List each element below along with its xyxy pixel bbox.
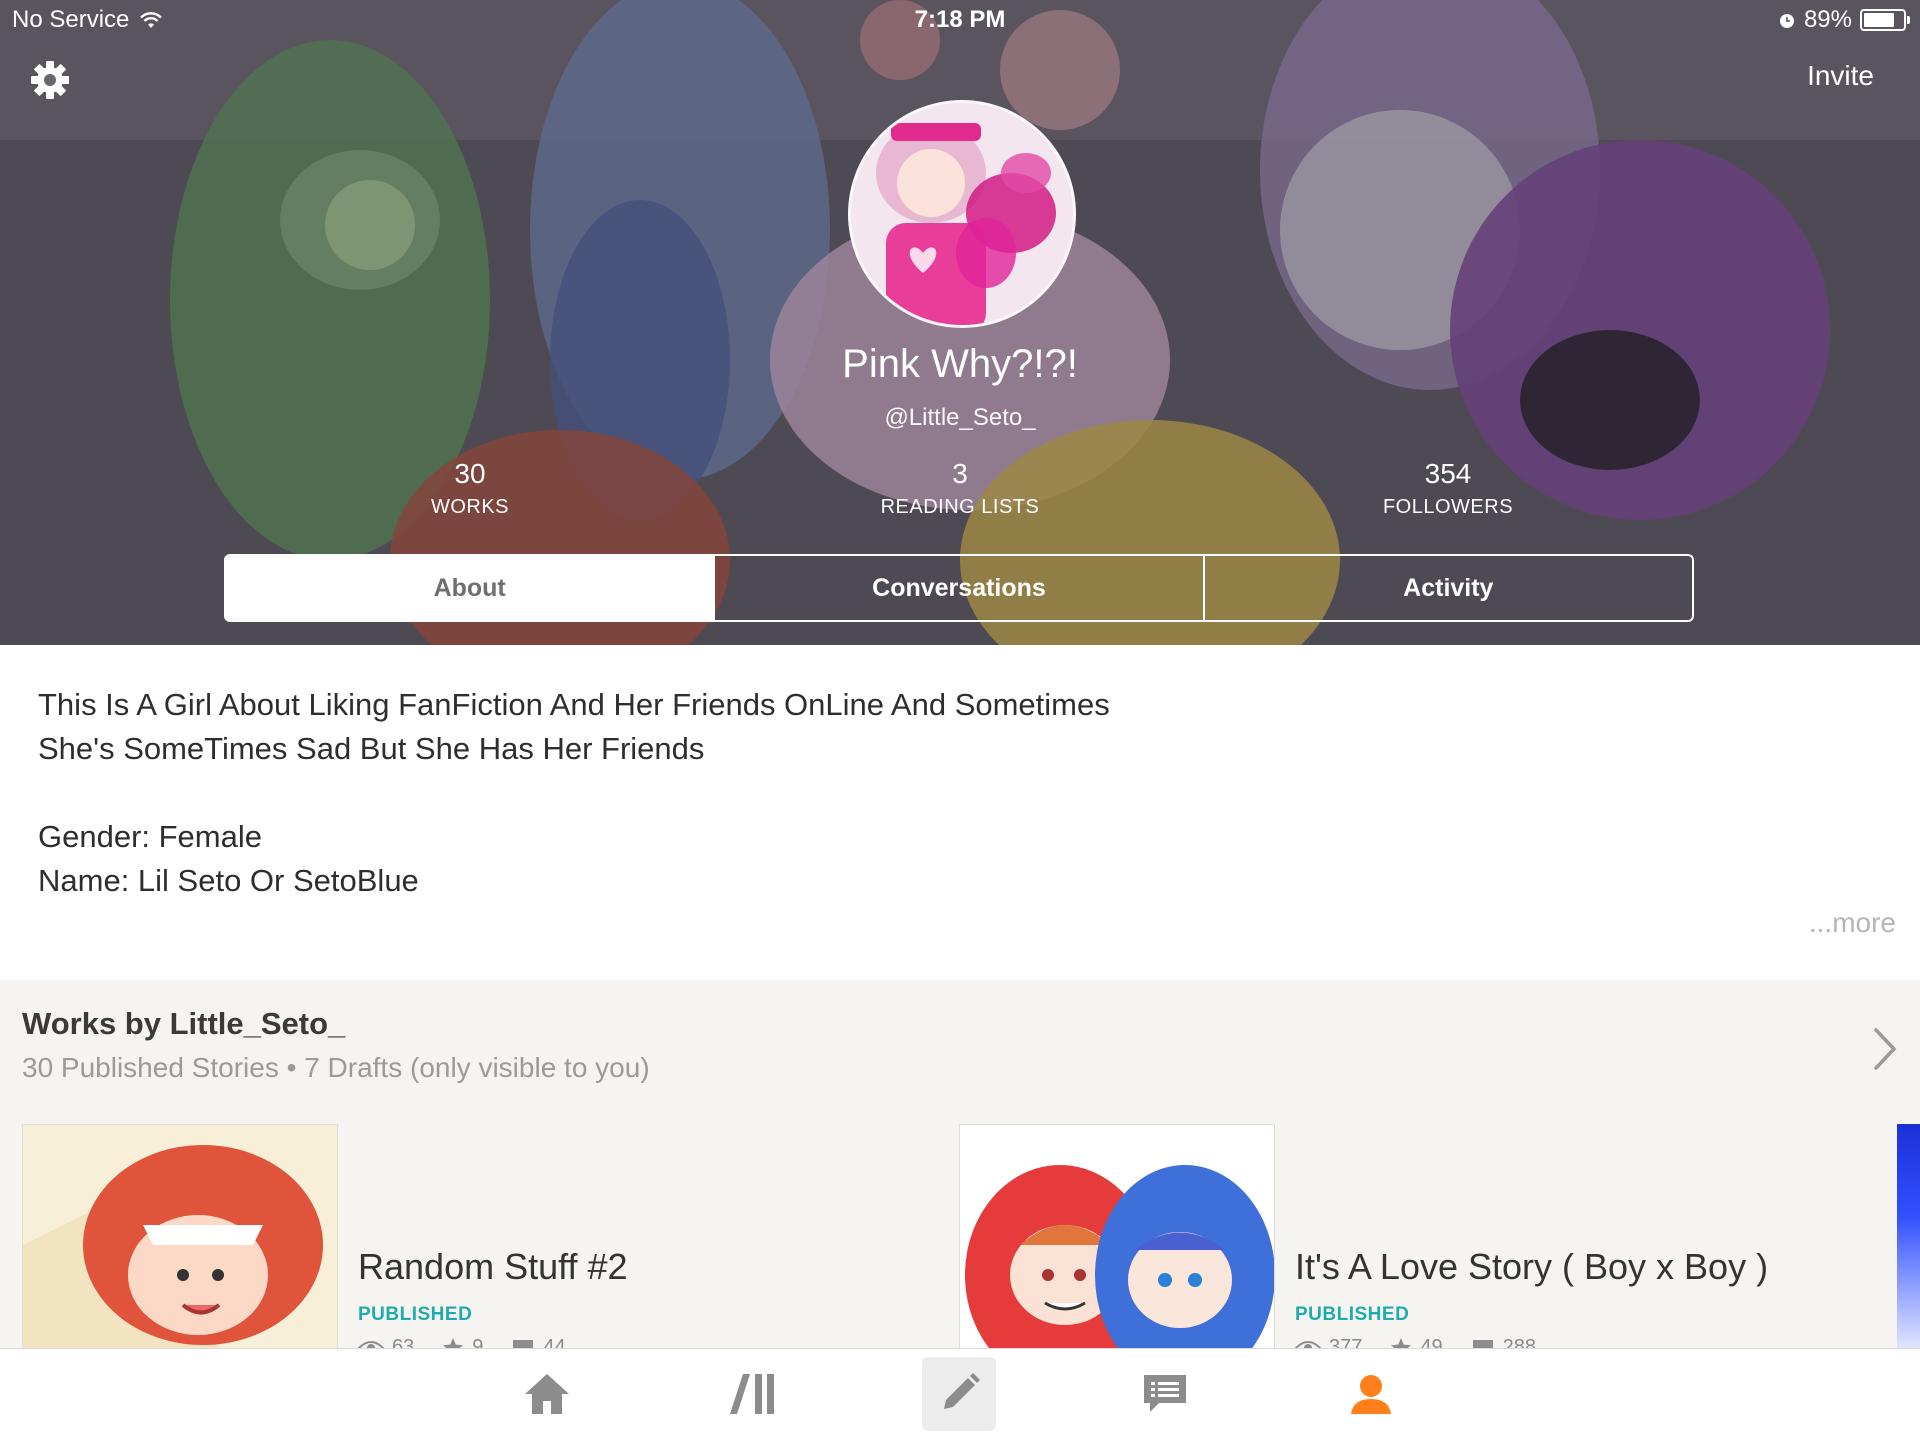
- work-card[interactable]: Random Stuff #2 PUBLISHED 63 9 44: [22, 1124, 922, 1348]
- work-status: PUBLISHED: [358, 1304, 473, 1325]
- eye-icon: [358, 1340, 384, 1348]
- profile-header: No Service 7:18 PM 89% Invite Pink Why?!…: [0, 0, 1920, 645]
- alarm-icon: [1779, 14, 1794, 28]
- work-title[interactable]: It's A Love Story ( Boy x Boy ): [1295, 1246, 1768, 1288]
- invite-button[interactable]: Invite: [1807, 60, 1874, 92]
- star-icon: [1391, 1337, 1412, 1348]
- work-stats: 377 49 288: [1295, 1336, 1536, 1348]
- work-stats: 63 9 44: [358, 1336, 566, 1348]
- settings-button[interactable]: [26, 56, 74, 104]
- work-cover[interactable]: [22, 1124, 338, 1348]
- stat-works[interactable]: 30 WORKS: [320, 458, 620, 519]
- about-section: This Is A Girl About Liking FanFiction A…: [0, 645, 1920, 980]
- status-right: 89%: [1778, 6, 1910, 34]
- status-bar: No Service 7:18 PM 89%: [0, 0, 1920, 40]
- nav-messages[interactable]: [1128, 1357, 1202, 1431]
- status-time: 7:18 PM: [914, 6, 1006, 33]
- work-cover-image: [23, 1125, 337, 1348]
- nav-profile[interactable]: [1334, 1357, 1408, 1431]
- tab-activity[interactable]: Activity: [1202, 556, 1692, 620]
- stat-followers-value: 354: [1424, 458, 1472, 489]
- library-icon: [730, 1374, 774, 1414]
- votes-count: 9: [472, 1336, 484, 1348]
- chevron-right-icon[interactable]: [1870, 1026, 1900, 1072]
- work-title[interactable]: Random Stuff #2: [358, 1246, 628, 1288]
- gear-icon: [31, 61, 69, 99]
- comment-icon: [1472, 1339, 1493, 1348]
- reads-stat: 63: [358, 1336, 414, 1348]
- works-title[interactable]: Works by Little_Seto_: [22, 1006, 345, 1042]
- works-section: Works by Little_Seto_ 30 Published Stori…: [0, 980, 1920, 1348]
- work-status: PUBLISHED: [1295, 1304, 1410, 1325]
- stat-followers-label: FOLLOWERS: [1382, 496, 1514, 518]
- profile-tabs: About Conversations Activity: [224, 554, 1694, 622]
- reads-count: 63: [392, 1336, 415, 1348]
- write-icon: [944, 1373, 980, 1409]
- display-name: Pink Why?!?!: [842, 342, 1078, 386]
- battery-icon: [1860, 9, 1910, 31]
- about-description: This Is A Girl About Liking FanFiction A…: [38, 687, 1110, 898]
- nav-write[interactable]: [922, 1357, 996, 1431]
- work-cover-image: [960, 1125, 1274, 1348]
- stat-reading-lists[interactable]: 3 READING LISTS: [810, 458, 1110, 519]
- work-card[interactable]: It's A Love Story ( Boy x Boy ) PUBLISHE…: [959, 1124, 1889, 1348]
- tab-about[interactable]: About: [226, 556, 714, 620]
- work-cover[interactable]: [959, 1124, 1275, 1348]
- avatar[interactable]: [848, 100, 1076, 328]
- profile-icon: [1351, 1375, 1391, 1414]
- comments-count: 44: [543, 1336, 566, 1348]
- works-subtitle: 30 Published Stories • 7 Drafts (only vi…: [22, 1052, 650, 1083]
- home-icon: [525, 1374, 569, 1414]
- next-work-peek[interactable]: [1897, 1124, 1920, 1348]
- stat-reading-lists-value: 3: [952, 458, 968, 489]
- stat-reading-lists-label: READING LISTS: [880, 496, 1040, 518]
- votes-stat: 49: [1390, 1336, 1443, 1348]
- username: @Little_Seto_: [884, 404, 1036, 431]
- votes-count: 49: [1420, 1336, 1443, 1348]
- bottom-nav: [0, 1348, 1920, 1441]
- votes-stat: 9: [442, 1336, 483, 1348]
- battery-fill: [1864, 13, 1895, 27]
- comments-stat: 288: [1471, 1336, 1536, 1348]
- more-link[interactable]: ...more: [1809, 907, 1896, 939]
- reads-count: 377: [1329, 1336, 1363, 1348]
- comment-icon: [513, 1339, 534, 1348]
- nav-library[interactable]: [716, 1357, 790, 1431]
- tab-conversations[interactable]: Conversations: [713, 556, 1202, 620]
- eye-icon: [1295, 1340, 1321, 1348]
- comments-count: 288: [1502, 1336, 1536, 1348]
- avatar-image: [851, 103, 1073, 325]
- battery-percent: 89%: [1803, 6, 1852, 33]
- star-icon: [443, 1337, 464, 1348]
- stat-followers[interactable]: 354 FOLLOWERS: [1298, 458, 1598, 519]
- reads-stat: 377: [1295, 1336, 1362, 1348]
- stat-works-value: 30: [454, 458, 486, 489]
- messages-icon: [1144, 1375, 1186, 1412]
- comments-stat: 44: [511, 1336, 566, 1348]
- stat-works-label: WORKS: [430, 496, 510, 518]
- nav-home[interactable]: [510, 1357, 584, 1431]
